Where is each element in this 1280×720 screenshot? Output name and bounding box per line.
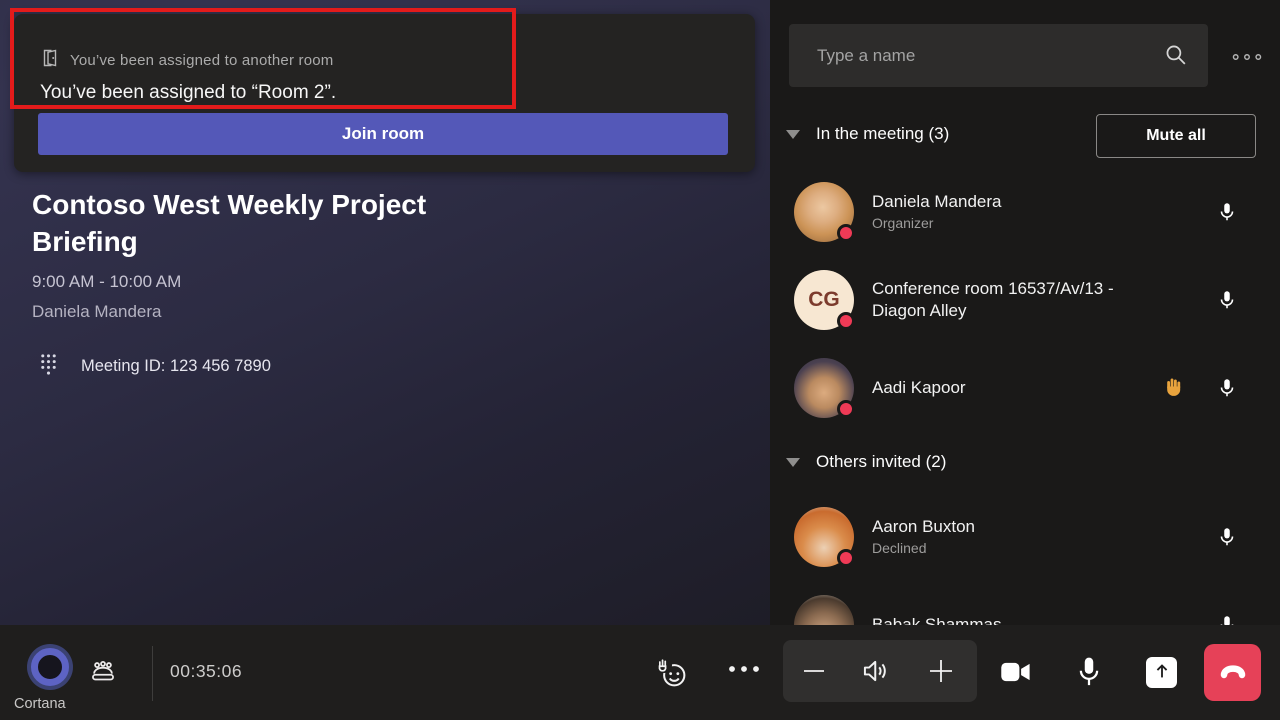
share-tray-button[interactable] [1146, 657, 1177, 688]
participant-name: Aadi Kapoor [872, 377, 1142, 399]
presence-busy-dot [837, 400, 855, 418]
cortana-ring-icon [31, 648, 69, 686]
participant-row[interactable]: Babak Shammas [794, 595, 1264, 625]
cortana-button[interactable] [25, 642, 75, 692]
teams-room-meeting-screen: You’ve been assigned to another room You… [0, 0, 1280, 720]
avatar [794, 595, 854, 625]
presence-busy-dot [837, 549, 855, 567]
mic-icon[interactable] [1074, 654, 1104, 690]
avatar [794, 507, 854, 567]
avatar: CG [794, 270, 854, 330]
raised-hand-icon [1164, 375, 1186, 402]
meeting-time: 9:00 AM - 10:00 AM [32, 272, 181, 292]
meeting-organizer: Daniela Mandera [32, 302, 161, 322]
meeting-title: Contoso West Weekly Project Briefing [32, 186, 512, 260]
arrow-up-icon [1151, 660, 1173, 685]
people-panel: In the meeting (3) Mute all Daniela Mand… [770, 0, 1280, 625]
participant-name: Aaron Buxton [872, 516, 1142, 538]
handset-icon [1217, 659, 1249, 686]
meeting-id: Meeting ID: 123 456 7890 [81, 357, 271, 376]
mic-icon[interactable] [1216, 200, 1238, 224]
dialpad-icon [38, 352, 59, 381]
more-options-icon[interactable] [726, 663, 762, 675]
participant-subtitle: Organizer [872, 213, 1142, 233]
react-raise-hand-icon[interactable] [654, 656, 690, 690]
mic-icon[interactable] [1216, 288, 1238, 312]
search-input[interactable] [789, 24, 1208, 87]
presence-busy-dot [837, 224, 855, 242]
speaker-icon [860, 656, 892, 691]
door-icon [40, 48, 60, 73]
join-room-button[interactable]: Join room [38, 113, 728, 155]
participant-name: Daniela Mandera [872, 191, 1142, 213]
triangle-down-icon [786, 458, 800, 467]
volume-up-icon[interactable] [926, 655, 956, 687]
participant-row[interactable]: Aadi Kapoor [794, 358, 1264, 418]
room-assignment-notification: You’ve been assigned to another room You… [14, 14, 755, 172]
meeting-stage: You’ve been assigned to another room You… [0, 0, 770, 625]
section-label: In the meeting (3) [816, 124, 949, 144]
avatar [794, 358, 854, 418]
section-others-invited[interactable]: Others invited (2) [786, 452, 946, 472]
section-label: Others invited (2) [816, 452, 946, 472]
camera-icon[interactable] [999, 659, 1033, 685]
hang-up-button[interactable] [1204, 644, 1261, 701]
mic-icon[interactable] [1216, 376, 1238, 400]
participant-subtitle: Declined [872, 538, 1142, 558]
volume-down-icon[interactable] [800, 659, 828, 683]
mute-all-button[interactable]: Mute all [1096, 114, 1256, 158]
mic-icon[interactable] [1216, 613, 1238, 625]
cortana-label: Cortana [0, 696, 100, 712]
meeting-timer: 00:35:06 [170, 661, 242, 682]
section-in-meeting[interactable]: In the meeting (3) [786, 124, 949, 144]
notification-title: You’ve been assigned to another room [70, 52, 334, 69]
volume-control-group [783, 640, 977, 702]
avatar-initials: CG [808, 288, 840, 312]
room-people-icon[interactable] [88, 660, 118, 686]
avatar [794, 182, 854, 242]
notification-message: You’ve been assigned to “Room 2”. [40, 82, 336, 104]
mic-icon[interactable] [1216, 525, 1238, 549]
participant-name: Babak Shammas [872, 614, 1142, 625]
participant-row[interactable]: Daniela Mandera Organizer [794, 182, 1264, 242]
participant-row[interactable]: CG Conference room 16537/Av/13 - Diagon … [794, 270, 1264, 330]
meeting-control-bar: Cortana 00:35:06 [0, 625, 1280, 720]
divider [152, 646, 153, 701]
presence-busy-dot [837, 312, 855, 330]
participant-name: Conference room 16537/Av/13 - Diagon All… [872, 278, 1142, 322]
search-icon [1164, 43, 1189, 73]
participant-row[interactable]: Aaron Buxton Declined [794, 507, 1264, 567]
triangle-down-icon [786, 130, 800, 139]
people-options-icon[interactable] [1225, 45, 1269, 69]
